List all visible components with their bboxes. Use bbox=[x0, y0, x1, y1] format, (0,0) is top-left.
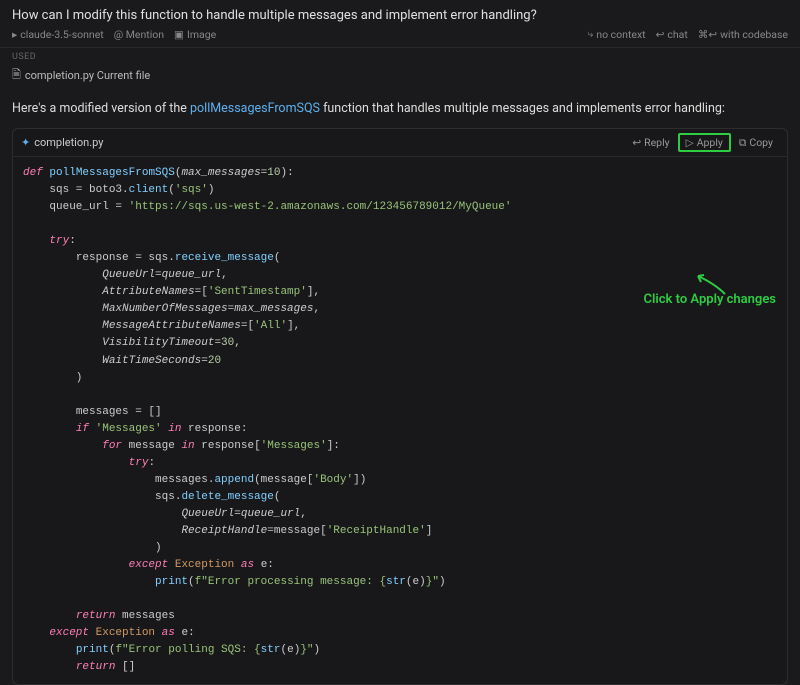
code-content: def pollMessagesFromSQS(max_messages=10)… bbox=[13, 157, 787, 684]
used-file-name: completion.py Current file bbox=[25, 69, 150, 82]
model-chip[interactable]: ▸ claude-3.5-sonnet bbox=[12, 28, 104, 41]
codebase-button[interactable]: ⌘↩ with codebase bbox=[698, 28, 788, 41]
apply-button[interactable]: ▷ Apply bbox=[678, 133, 731, 152]
mention-button[interactable]: @ Mention bbox=[114, 28, 164, 41]
file-icon: 🗎 bbox=[12, 66, 21, 85]
annotation-text: Click to Apply changes bbox=[644, 292, 776, 307]
used-label: USED bbox=[0, 48, 800, 64]
used-file[interactable]: 🗎 completion.py Current file bbox=[0, 64, 800, 93]
response-intro: Here's a modified version of the pollMes… bbox=[0, 93, 800, 124]
reply-button[interactable]: ↩ Reply bbox=[626, 134, 675, 151]
copy-button[interactable]: ⧉ Copy bbox=[733, 134, 779, 152]
intro-function-name: pollMessagesFromSQS bbox=[190, 101, 320, 116]
model-name: claude-3.5-sonnet bbox=[20, 28, 103, 41]
image-button[interactable]: ▣ Image bbox=[174, 28, 216, 41]
no-context-button[interactable]: ⤷ no context bbox=[587, 27, 645, 41]
file-icon: ✦ bbox=[21, 136, 30, 149]
code-filename: ✦ completion.py bbox=[21, 136, 103, 149]
chat-button[interactable]: ↩ chat bbox=[656, 28, 688, 41]
query-text: How can I modify this function to handle… bbox=[12, 8, 788, 23]
code-block: ✦ completion.py ↩ Reply ▷ Apply ⧉ Copy d… bbox=[12, 128, 788, 685]
